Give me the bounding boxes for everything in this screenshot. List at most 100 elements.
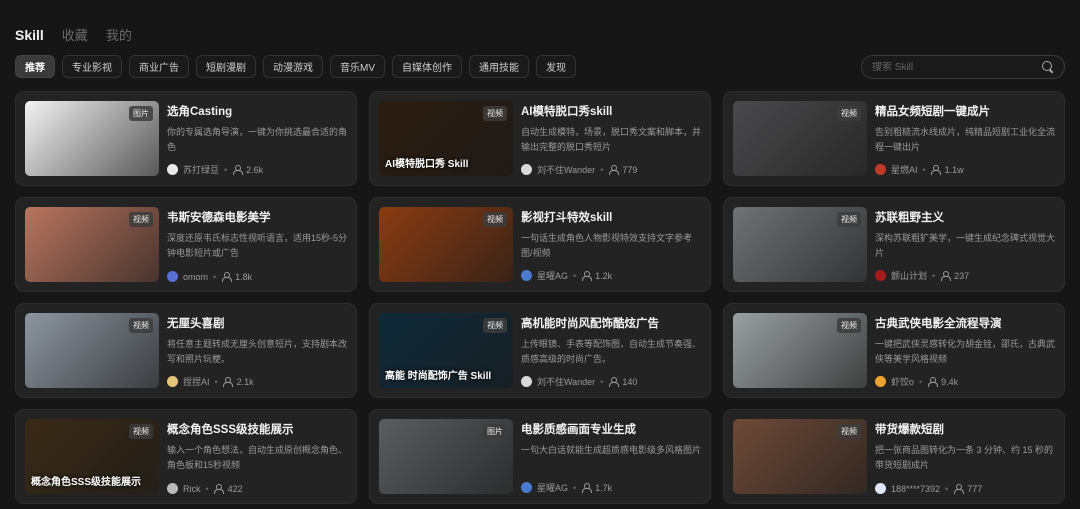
author-avatar	[875, 270, 886, 281]
skill-meta: 苏打绿豆 • 2.6k	[167, 163, 347, 176]
skill-card[interactable]: 高能 时尚配饰广告 Skill 视频 高机能时尚风配饰酷炫广告 上传眼镜、手表等…	[369, 303, 711, 398]
skill-thumbnail: AI模特脱口秀 Skill 视频	[379, 101, 513, 176]
filter-commercial-ads[interactable]: 商业广告	[129, 55, 189, 78]
skill-thumbnail: 高能 时尚配饰广告 Skill 视频	[379, 313, 513, 388]
skill-title: 电影质感画面专业生成	[521, 424, 636, 436]
media-type-badge: 视频	[837, 212, 861, 227]
media-type-badge: 视频	[129, 318, 153, 333]
skill-info: 电影质感画面专业生成 一句大白话就能生成超质感电影级多风格图片 星曜AG • 1…	[521, 419, 701, 494]
skill-card[interactable]: 图片 选角Casting 你的专属选角导演，一键为你挑选最合适的角色 苏打绿豆 …	[15, 91, 357, 186]
meta-separator: •	[573, 270, 577, 281]
skill-title: 苏联粗野主义	[875, 212, 944, 224]
filter-general-skills[interactable]: 通用技能	[469, 55, 529, 78]
author-avatar	[167, 376, 178, 387]
skill-card[interactable]: 图片 电影质感画面专业生成 一句大白话就能生成超质感电影级多风格图片 星曜AG …	[369, 409, 711, 504]
skill-info: 无厘头喜剧 将任意主题转成无厘头创意短片，支持剧本改写和照片玩梗。 捏捏AI •…	[167, 313, 347, 388]
meta-separator: •	[214, 376, 218, 387]
author-avatar	[167, 164, 178, 175]
skill-info: 精品女频短剧一键成片 告别粗糙流水线成片，纯精品短剧工业化全流程一键出片 星燃A…	[875, 101, 1055, 176]
skill-thumbnail: 视频	[733, 419, 867, 494]
usage-count: 9.4k	[941, 376, 959, 387]
user-icon	[581, 271, 592, 281]
skill-card[interactable]: 视频 苏联粗野主义 深构苏联粗犷美学，一键生成纪念碑式视觉大片 颤山计划 • 2…	[723, 197, 1065, 292]
media-type-badge: 视频	[483, 212, 507, 227]
skill-description: 告别粗糙流水线成片，纯精品短剧工业化全流程一键出片	[875, 127, 1055, 152]
skill-info: 概念角色SSS级技能展示 输入一个角色想法，自动生成原创概念角色、角色板和15秒…	[167, 419, 347, 494]
usage-count: 1.8k	[235, 271, 253, 282]
skill-card[interactable]: 视频 影视打斗特效skill 一句话生成角色人物影视特效支持文字参考图/视频 星…	[369, 197, 711, 292]
filter-pro-film[interactable]: 专业影视	[62, 55, 122, 78]
author-avatar	[167, 271, 178, 282]
thumbnail-overlay-text: 高能 时尚配饰广告 Skill	[385, 371, 492, 382]
skill-card[interactable]: 视频 带货爆款短剧 把一张商品图转化为一条 3 分钟、约 15 秒的带货短剧成片…	[723, 409, 1065, 504]
media-type-badge: 视频	[129, 212, 153, 227]
skill-title: 无厘头喜剧	[167, 318, 225, 330]
meta-separator: •	[932, 270, 936, 281]
skill-thumbnail: 图片	[379, 419, 513, 494]
user-icon	[581, 483, 592, 493]
filter-discover[interactable]: 发现	[536, 55, 576, 78]
skill-description: 输入一个角色想法，自动生成原创概念角色、角色板和15秒视频	[167, 445, 347, 470]
author-avatar	[875, 164, 886, 175]
media-type-badge: 图片	[129, 106, 153, 121]
skill-description: 深构苏联粗犷美学，一键生成纪念碑式视觉大片	[875, 233, 1055, 258]
skill-description: 把一张商品图转化为一条 3 分钟、约 15 秒的带货短剧成片	[875, 445, 1054, 470]
skill-title: 概念角色SSS级技能展示	[167, 424, 294, 436]
skill-card[interactable]: 视频 精品女频短剧一键成片 告别粗糙流水线成片，纯精品短剧工业化全流程一键出片 …	[723, 91, 1065, 186]
filter-music-mv[interactable]: 音乐MV	[330, 55, 385, 78]
user-icon	[927, 377, 938, 387]
author-name: 苏打绿豆	[183, 165, 220, 175]
skill-grid: 图片 选角Casting 你的专属选角导演，一键为你挑选最合适的角色 苏打绿豆 …	[15, 91, 1065, 504]
filter-self-media[interactable]: 自媒体创作	[392, 55, 462, 78]
skill-meta: 刘不住Wander • 140	[521, 375, 701, 388]
user-icon	[608, 377, 619, 387]
filter-anime-games[interactable]: 动漫游戏	[263, 55, 323, 78]
skill-description: 深度还原韦氏标志性视听语言，适用15秒-5分钟电影短片或广告	[167, 233, 347, 258]
tab-skill[interactable]: Skill	[15, 27, 44, 43]
user-icon	[214, 484, 225, 494]
usage-count: 2.6k	[246, 164, 264, 175]
author-name: 捏捏AI	[183, 377, 210, 387]
media-type-badge: 视频	[837, 318, 861, 333]
skill-description: 你的专属选角导演，一键为你挑选最合适的角色	[167, 127, 347, 152]
skill-meta: Rick • 422	[167, 483, 347, 494]
author-name: 星曜AG	[537, 271, 569, 281]
skill-thumbnail: 图片	[25, 101, 159, 176]
skill-title: 影视打斗特效skill	[521, 212, 613, 224]
meta-separator: •	[945, 483, 949, 494]
search-input[interactable]	[872, 61, 1042, 73]
skill-title: 韦斯安德森电影美学	[167, 212, 271, 224]
author-name: 刘不住Wander	[537, 165, 596, 175]
search-box[interactable]	[861, 55, 1065, 79]
skill-info: 选角Casting 你的专属选角导演，一键为你挑选最合适的角色 苏打绿豆 • 2…	[167, 101, 347, 176]
tab-mine[interactable]: 我的	[106, 25, 132, 44]
skill-description: 一句大白话就能生成超质感电影级多风格图片	[521, 445, 701, 455]
skill-card[interactable]: 概念角色SSS级技能展示 视频 概念角色SSS级技能展示 输入一个角色想法，自动…	[15, 409, 357, 504]
usage-count: 777	[967, 483, 983, 494]
skill-meta: 刘不住Wander • 779	[521, 163, 701, 176]
usage-count: 140	[622, 376, 638, 387]
media-type-badge: 视频	[837, 106, 861, 121]
search-icon[interactable]	[1042, 61, 1054, 73]
skill-card[interactable]: 视频 韦斯安德森电影美学 深度还原韦氏标志性视听语言，适用15秒-5分钟电影短片…	[15, 197, 357, 292]
meta-separator: •	[224, 164, 228, 175]
skill-meta: 颤山计划 • 237	[875, 269, 1055, 282]
skill-thumbnail: 视频	[25, 313, 159, 388]
skill-info: 苏联粗野主义 深构苏联粗犷美学，一键生成纪念碑式视觉大片 颤山计划 • 237	[875, 207, 1055, 282]
author-avatar	[875, 376, 886, 387]
skill-card[interactable]: AI模特脱口秀 Skill 视频 AI模特脱口秀skill 自动生成模特，场景，…	[369, 91, 711, 186]
user-icon	[931, 165, 942, 175]
filter-short-drama[interactable]: 短剧漫剧	[196, 55, 256, 78]
filter-recommended[interactable]: 推荐	[15, 55, 55, 78]
media-type-badge: 视频	[837, 424, 861, 439]
tab-favorites[interactable]: 收藏	[62, 25, 88, 44]
skill-info: 古典武侠电影全流程导演 一键把武侠灵感转化为胡金铨，邵氏，古典武侠等美学风格视频…	[875, 313, 1055, 388]
skill-title: AI模特脱口秀skill	[521, 106, 613, 118]
author-name: Rick	[183, 483, 201, 494]
skill-card[interactable]: 视频 古典武侠电影全流程导演 一键把武侠灵感转化为胡金铨，邵氏，古典武侠等美学风…	[723, 303, 1065, 398]
author-name: 刘不住Wander	[537, 377, 596, 387]
skill-thumbnail: 视频	[25, 207, 159, 282]
user-icon	[608, 165, 619, 175]
skill-card[interactable]: 视频 无厘头喜剧 将任意主题转成无厘头创意短片，支持剧本改写和照片玩梗。 捏捏A…	[15, 303, 357, 398]
author-name: 星燃AI	[891, 165, 918, 175]
